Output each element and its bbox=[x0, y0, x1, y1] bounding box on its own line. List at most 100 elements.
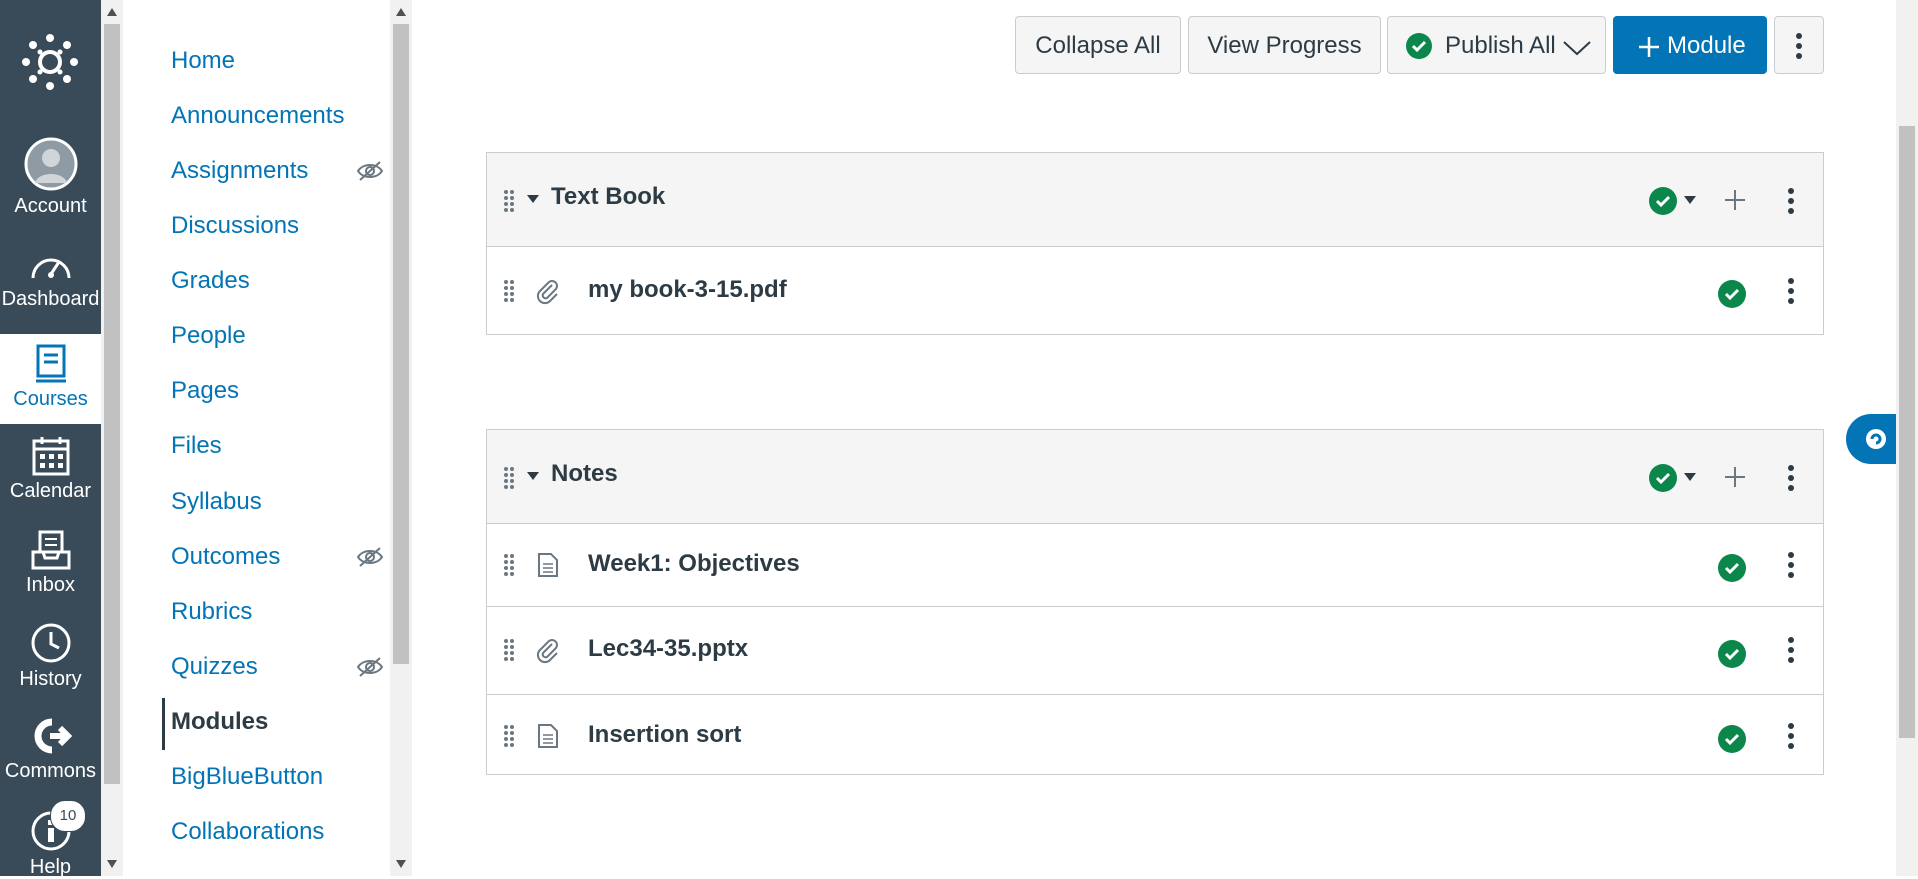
scroll-down-arrow-icon[interactable] bbox=[107, 860, 117, 868]
page-scrollbar[interactable] bbox=[1896, 0, 1918, 876]
publish-all-label: Publish All bbox=[1445, 32, 1556, 59]
kebab-menu-icon[interactable] bbox=[1787, 277, 1795, 305]
course-nav-outcomes[interactable]: Outcomes bbox=[171, 543, 280, 571]
scrollbar-thumb[interactable] bbox=[393, 24, 409, 664]
course-nav-announcements[interactable]: Announcements bbox=[171, 102, 344, 130]
global-nav-label: History bbox=[19, 668, 82, 690]
course-nav-discussions[interactable]: Discussions bbox=[171, 212, 299, 240]
module-text-book: Text Book my book-3-15.pdf bbox=[486, 152, 1824, 335]
drag-handle-icon[interactable] bbox=[503, 189, 515, 213]
caret-down-icon[interactable] bbox=[527, 195, 539, 203]
publish-all-button[interactable]: Publish All bbox=[1387, 16, 1606, 74]
canvas-logo-icon[interactable] bbox=[20, 32, 80, 92]
module-title: Notes bbox=[551, 460, 618, 487]
inbox-icon bbox=[31, 530, 70, 570]
global-nav-inbox[interactable]: Inbox bbox=[0, 530, 101, 597]
module-item[interactable]: Week1: Objectives bbox=[487, 524, 1823, 607]
drag-handle-icon[interactable] bbox=[503, 466, 515, 490]
kebab-menu-icon[interactable] bbox=[1787, 551, 1795, 579]
add-item-plus-icon[interactable] bbox=[1724, 466, 1746, 488]
drag-handle-icon[interactable] bbox=[503, 553, 515, 577]
module-item[interactable]: Lec34-35.pptx bbox=[487, 607, 1823, 695]
course-nav-rubrics[interactable]: Rubrics bbox=[171, 598, 252, 626]
caret-down-icon[interactable] bbox=[527, 472, 539, 480]
kebab-menu-icon[interactable] bbox=[1787, 636, 1795, 664]
plus-icon bbox=[1639, 37, 1659, 57]
add-item-plus-icon[interactable] bbox=[1724, 189, 1746, 211]
course-nav-people[interactable]: People bbox=[171, 322, 246, 350]
kebab-menu-icon[interactable] bbox=[1787, 722, 1795, 750]
course-nav-collaborations[interactable]: Collaborations bbox=[171, 818, 324, 846]
page-document-icon bbox=[538, 724, 558, 748]
page-document-icon bbox=[538, 553, 558, 577]
module-header[interactable]: Notes bbox=[487, 430, 1823, 524]
hidden-eye-icon bbox=[356, 657, 384, 677]
course-nav-modules[interactable]: Modules bbox=[171, 708, 268, 736]
kebab-menu-icon[interactable] bbox=[1787, 464, 1795, 492]
course-nav-files[interactable]: Files bbox=[171, 432, 222, 460]
published-check-icon[interactable] bbox=[1718, 725, 1746, 753]
drag-handle-icon[interactable] bbox=[503, 638, 515, 662]
module-item[interactable]: Insertion sort bbox=[487, 695, 1823, 777]
module-item-title[interactable]: Insertion sort bbox=[588, 721, 741, 749]
paperclip-icon bbox=[536, 639, 558, 664]
global-nav: Account Dashboard Courses Calendar Inbox… bbox=[0, 0, 101, 878]
published-check-icon[interactable] bbox=[1649, 464, 1677, 492]
active-indicator bbox=[162, 698, 165, 750]
global-nav-dashboard[interactable]: Dashboard bbox=[0, 250, 101, 311]
global-nav-calendar[interactable]: Calendar bbox=[0, 436, 101, 503]
caret-down-icon[interactable] bbox=[1684, 473, 1696, 481]
kebab-menu-icon bbox=[1796, 33, 1802, 59]
course-nav-bigbluebutton[interactable]: BigBlueButton bbox=[171, 763, 323, 791]
module-item-title[interactable]: Lec34-35.pptx bbox=[588, 635, 748, 663]
global-nav-commons[interactable]: Commons bbox=[0, 716, 101, 783]
course-nav-syllabus[interactable]: Syllabus bbox=[171, 488, 262, 516]
dashboard-gauge-icon bbox=[31, 258, 70, 279]
more-options-button[interactable] bbox=[1774, 16, 1824, 74]
view-progress-button[interactable]: View Progress bbox=[1188, 16, 1381, 74]
module-title: Text Book bbox=[551, 183, 666, 210]
course-nav-grades[interactable]: Grades bbox=[171, 267, 250, 295]
scroll-up-arrow-icon[interactable] bbox=[396, 8, 406, 16]
module-header[interactable]: Text Book bbox=[487, 153, 1823, 247]
published-check-icon[interactable] bbox=[1649, 187, 1677, 215]
module-item[interactable]: my book-3-15.pdf bbox=[487, 247, 1823, 335]
module-item-title[interactable]: Week1: Objectives bbox=[588, 550, 800, 578]
global-nav-label: Help bbox=[29, 856, 72, 878]
global-nav-label: Calendar bbox=[9, 480, 92, 502]
collapse-all-button[interactable]: Collapse All bbox=[1015, 16, 1181, 74]
account-avatar-icon bbox=[24, 137, 77, 191]
drag-handle-icon[interactable] bbox=[503, 724, 515, 748]
chevron-down-icon bbox=[1563, 41, 1591, 56]
published-check-icon[interactable] bbox=[1718, 554, 1746, 582]
module-notes: Notes Week1: Objectives Lec34-35.pptx In… bbox=[486, 429, 1824, 775]
global-nav-scrollbar[interactable] bbox=[101, 0, 123, 876]
hidden-eye-icon bbox=[356, 161, 384, 181]
global-nav-history[interactable]: History bbox=[0, 622, 101, 691]
course-nav-home[interactable]: Home bbox=[171, 47, 235, 75]
course-nav-scrollbar[interactable] bbox=[390, 0, 412, 876]
kebab-menu-icon[interactable] bbox=[1787, 187, 1795, 215]
drag-handle-icon[interactable] bbox=[503, 279, 515, 303]
published-check-icon[interactable] bbox=[1718, 280, 1746, 308]
global-nav-courses[interactable]: Courses bbox=[0, 334, 101, 424]
scroll-up-arrow-icon[interactable] bbox=[107, 8, 117, 16]
commons-icon bbox=[34, 718, 72, 754]
course-nav-quizzes[interactable]: Quizzes bbox=[171, 653, 258, 681]
global-nav-label: Inbox bbox=[26, 574, 75, 596]
global-nav-account[interactable]: Account bbox=[0, 137, 101, 218]
scroll-down-arrow-icon[interactable] bbox=[396, 860, 406, 868]
published-check-icon[interactable] bbox=[1718, 640, 1746, 668]
course-nav: Home Announcements Assignments Discussio… bbox=[124, 0, 390, 876]
add-module-button[interactable]: Module bbox=[1613, 16, 1767, 74]
scrollbar-thumb[interactable] bbox=[104, 24, 120, 784]
course-nav-pages[interactable]: Pages bbox=[171, 377, 239, 405]
chat-bubble-icon bbox=[1866, 429, 1886, 449]
calendar-icon bbox=[32, 437, 69, 476]
global-nav-label: Account bbox=[14, 195, 87, 217]
paperclip-icon bbox=[536, 280, 558, 305]
caret-down-icon[interactable] bbox=[1684, 196, 1696, 204]
module-item-title[interactable]: my book-3-15.pdf bbox=[588, 276, 787, 304]
course-nav-assignments[interactable]: Assignments bbox=[171, 157, 308, 185]
scrollbar-thumb[interactable] bbox=[1899, 126, 1915, 738]
